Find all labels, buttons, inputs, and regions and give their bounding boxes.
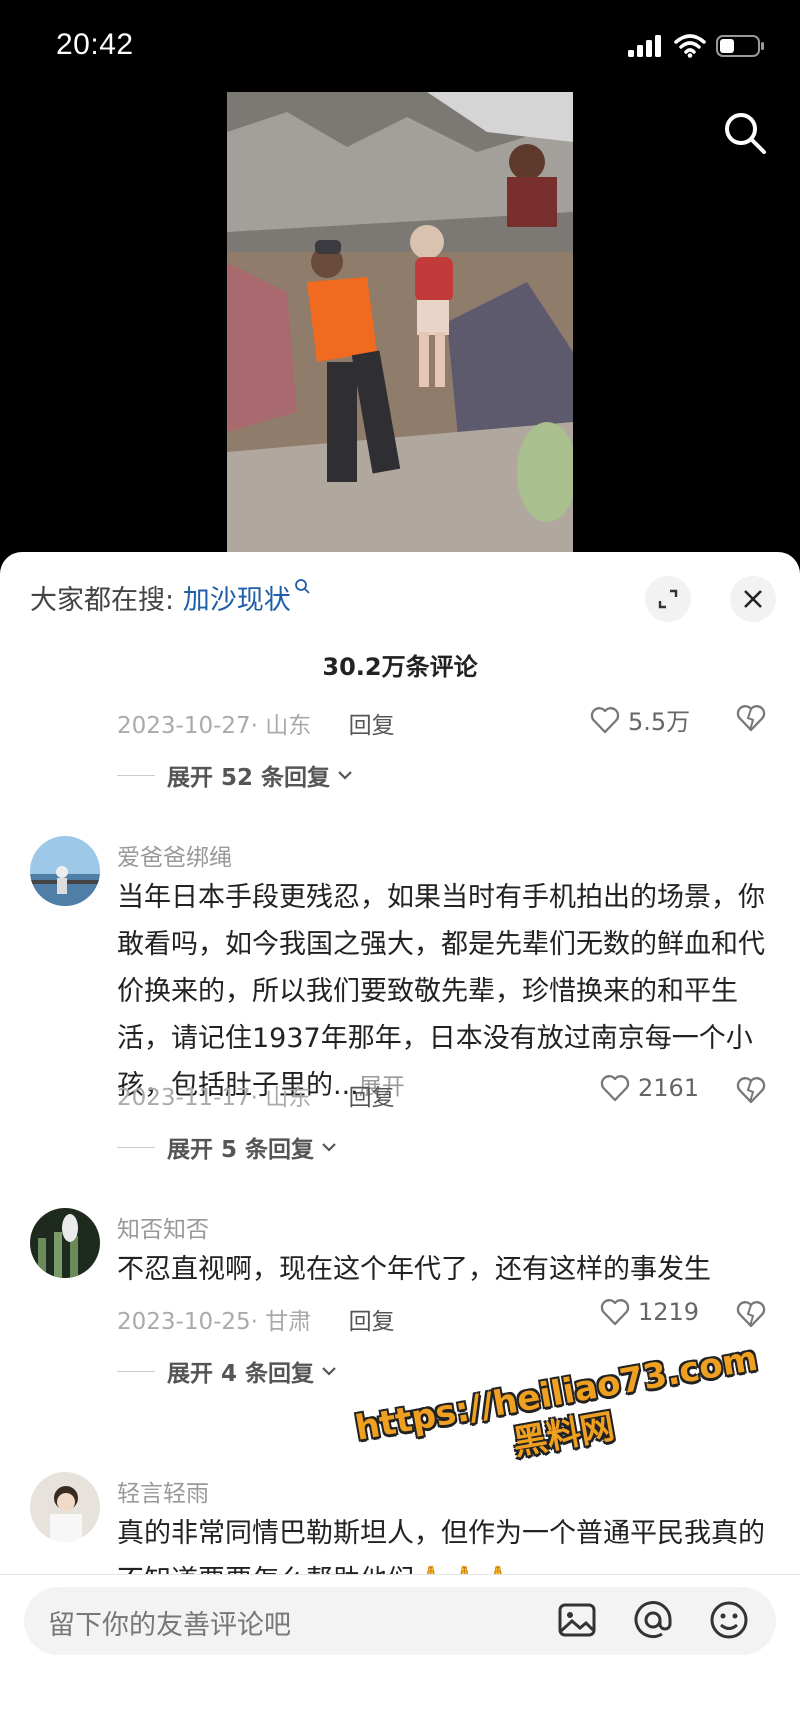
divider bbox=[117, 1370, 155, 1372]
battery-icon bbox=[716, 35, 764, 57]
hot-search-prefix: 大家都在搜: bbox=[30, 585, 175, 616]
reply-button[interactable]: 回复 bbox=[349, 713, 395, 739]
wifi-icon bbox=[674, 34, 706, 58]
expand-replies-button[interactable]: 展开 4 条回复 bbox=[117, 1354, 338, 1388]
comment-input[interactable]: 留下你的友善评论吧 bbox=[24, 1587, 776, 1655]
comment-location: · 山东 bbox=[250, 1085, 312, 1111]
comment-input-placeholder: 留下你的友善评论吧 bbox=[48, 1610, 291, 1641]
signal-icon bbox=[628, 35, 661, 57]
close-sheet-button[interactable] bbox=[730, 576, 776, 622]
video-scene-image bbox=[227, 92, 573, 552]
divider bbox=[117, 1146, 155, 1148]
comment-sheet: 大家都在搜: 加沙现状 30.2万条评论 2023-10-27· 山东 回复 5… bbox=[0, 552, 800, 1731]
at-icon[interactable] bbox=[630, 1597, 676, 1643]
like-button[interactable]: 2161 bbox=[600, 1074, 699, 1102]
heart-icon bbox=[590, 706, 620, 733]
expand-sheet-button[interactable] bbox=[645, 576, 691, 622]
hot-search-keyword: 加沙现状 bbox=[182, 585, 291, 616]
dislike-heart-icon[interactable] bbox=[736, 1300, 766, 1328]
avatar-image bbox=[30, 836, 100, 906]
chevron-down-icon bbox=[322, 1367, 336, 1376]
heart-icon bbox=[600, 1075, 630, 1102]
close-icon bbox=[744, 590, 762, 608]
comment-meta: 2023-11-17· 山东 回复 bbox=[117, 1078, 395, 1112]
status-bar: 20:42 bbox=[0, 0, 800, 92]
reply-button[interactable]: 回复 bbox=[349, 1309, 395, 1335]
search-icon[interactable] bbox=[722, 110, 768, 156]
comment-meta: 2023-10-27· 山东 回复 bbox=[117, 706, 395, 740]
like-count: 5.5万 bbox=[628, 708, 691, 736]
avatar[interactable] bbox=[30, 1208, 100, 1278]
username[interactable]: 轻言轻雨 bbox=[117, 1474, 209, 1508]
comment-location: · 甘肃 bbox=[250, 1309, 312, 1335]
comment-date: 2023-11-17 bbox=[117, 1085, 251, 1111]
chevron-down-icon bbox=[338, 771, 352, 780]
avatar-image bbox=[30, 1472, 100, 1542]
hot-search-keyword-link[interactable]: 加沙现状 bbox=[182, 579, 310, 616]
dislike-heart-icon[interactable] bbox=[736, 1076, 766, 1104]
expand-replies-button[interactable]: 展开 52 条回复 bbox=[117, 758, 354, 792]
comment-location: · 山东 bbox=[250, 713, 312, 739]
comment-text: 不忍直视啊，现在这个年代了，还有这样的事发生 bbox=[117, 1254, 711, 1285]
status-icons bbox=[628, 34, 766, 58]
divider bbox=[117, 774, 155, 776]
comment-date: 2023-10-25 bbox=[117, 1309, 251, 1335]
like-count: 2161 bbox=[638, 1074, 700, 1102]
video-frame[interactable] bbox=[227, 92, 573, 552]
small-search-icon bbox=[294, 579, 310, 594]
username[interactable]: 知否知否 bbox=[117, 1210, 209, 1244]
expand-replies-label: 展开 4 条回复 bbox=[167, 1361, 315, 1387]
expand-replies-label: 展开 5 条回复 bbox=[167, 1137, 315, 1163]
comment-count: 30.2万条评论 bbox=[322, 653, 478, 681]
avatar[interactable] bbox=[30, 836, 100, 906]
like-button[interactable]: 5.5万 bbox=[590, 702, 690, 737]
heart-icon bbox=[600, 1299, 630, 1326]
username[interactable]: 爱爸爸绑绳 bbox=[117, 838, 232, 872]
hot-search: 大家都在搜: 加沙现状 bbox=[30, 578, 310, 617]
emoji-icon[interactable] bbox=[706, 1597, 752, 1643]
like-button[interactable]: 1219 bbox=[600, 1298, 699, 1326]
expand-replies-button[interactable]: 展开 5 条回复 bbox=[117, 1130, 338, 1164]
comment-text-content: 当年日本手段更残忍，如果当时有手机拍出的场景，你敢看吗，如今我国之强大，都是先辈… bbox=[117, 882, 765, 1101]
expand-replies-label: 展开 52 条回复 bbox=[167, 765, 331, 791]
status-time: 20:42 bbox=[56, 28, 134, 61]
dislike-heart-icon[interactable] bbox=[736, 704, 766, 732]
comment-input-bar: 留下你的友善评论吧 bbox=[0, 1574, 800, 1732]
expand-icon bbox=[658, 589, 678, 609]
avatar-image bbox=[30, 1208, 100, 1278]
comment-date: 2023-10-27 bbox=[117, 713, 251, 739]
avatar[interactable] bbox=[30, 1472, 100, 1542]
image-icon[interactable] bbox=[554, 1597, 600, 1643]
like-count: 1219 bbox=[638, 1298, 700, 1326]
reply-button[interactable]: 回复 bbox=[349, 1085, 395, 1111]
comment-meta: 2023-10-25· 甘肃 回复 bbox=[117, 1302, 395, 1336]
chevron-down-icon bbox=[322, 1143, 336, 1152]
